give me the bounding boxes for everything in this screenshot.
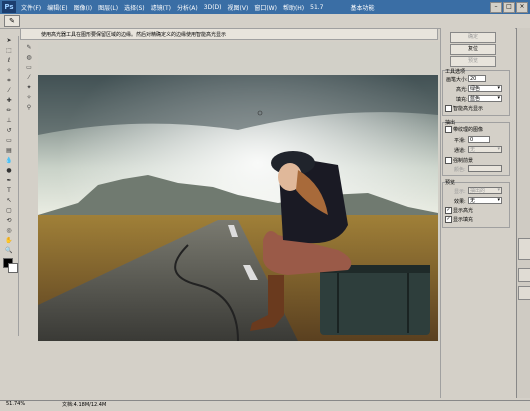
eraser-tool-icon[interactable]: ▭ <box>4 136 14 145</box>
status-document-size: 文档:4.18M/12.4M <box>62 402 107 408</box>
force-foreground-label: 强制前景 <box>453 158 474 164</box>
crop-tool-icon[interactable]: ⌗ <box>4 76 14 85</box>
3d-rotate-tool-icon[interactable]: ⟲ <box>4 216 14 225</box>
fill-label: 填充: <box>456 97 468 103</box>
show-fill-checkbox[interactable]: ✓ <box>445 216 452 223</box>
background-color-swatch[interactable] <box>8 263 18 273</box>
show-select[interactable]: 抽出的 <box>468 187 502 194</box>
channel-label: 通道: <box>454 148 466 154</box>
dock-panel-button[interactable] <box>518 268 530 282</box>
zoom-readout[interactable]: 51.7 <box>307 4 326 11</box>
cleanup-tool-icon[interactable]: ✦ <box>24 84 34 92</box>
healing-tool-icon[interactable]: ✚ <box>4 96 14 105</box>
photoshop-logo: Ps <box>2 1 16 13</box>
force-foreground-checkbox[interactable] <box>445 157 452 164</box>
options-bar: ✎ <box>0 14 530 29</box>
eyedropper-icon[interactable]: ⁄ <box>24 74 34 82</box>
stamp-tool-icon[interactable]: ⊥ <box>4 116 14 125</box>
brush-tool-icon[interactable]: ✏ <box>4 106 14 115</box>
maximize-icon[interactable]: □ <box>503 1 515 13</box>
type-tool-icon[interactable]: T <box>4 186 14 195</box>
fill-tool-icon[interactable]: ◍ <box>24 54 34 62</box>
edge-touchup-icon[interactable]: ✧ <box>24 94 34 102</box>
instruction-bar: 使用高光器工具在图形要保留区域的边缘。然后对精确定义的边缘使用智能高光显示 <box>20 28 438 40</box>
ok-button[interactable]: 确定 <box>450 32 496 43</box>
pen-tool-icon[interactable]: ✒ <box>4 176 14 185</box>
dodge-tool-icon[interactable]: ● <box>4 166 14 175</box>
menu-3d[interactable]: 3D(D) <box>201 4 225 11</box>
dock-panel-button[interactable] <box>518 238 530 260</box>
fill-select[interactable]: 蓝色 <box>468 95 502 102</box>
menu-view[interactable]: 视图(V) <box>225 3 252 12</box>
menu-help[interactable]: 帮助(H) <box>280 3 307 12</box>
brush-size-label: 画笔大小: <box>446 77 468 83</box>
menu-window[interactable]: 窗口(W) <box>251 3 280 12</box>
effect-label: 效果: <box>454 199 466 205</box>
quick-select-tool-icon[interactable]: ✧ <box>4 66 14 75</box>
tool-preset-icon[interactable]: ✎ <box>4 15 20 27</box>
highlight-label: 高光: <box>456 87 468 93</box>
minimize-icon[interactable]: – <box>490 1 502 13</box>
color-field[interactable] <box>468 165 502 172</box>
effect-select[interactable]: 无 <box>468 197 502 204</box>
eyedropper-tool-icon[interactable]: ⁄ <box>4 86 14 95</box>
photo-preview[interactable] <box>38 75 438 341</box>
smooth-input[interactable]: 0 <box>468 136 490 143</box>
status-zoom[interactable]: 51.74% <box>6 401 25 407</box>
3d-orbit-tool-icon[interactable]: ◎ <box>4 226 14 235</box>
history-brush-tool-icon[interactable]: ↺ <box>4 126 14 135</box>
edge-highlighter-icon[interactable]: ✎ <box>24 44 34 52</box>
preview-button[interactable]: 预览 <box>450 56 496 67</box>
menu-filter[interactable]: 滤镜(T) <box>148 3 174 12</box>
show-highlight-label: 显示高光 <box>453 208 474 214</box>
lasso-tool-icon[interactable]: ℓ <box>4 56 14 65</box>
menu-file[interactable]: 文件(F) <box>18 3 44 12</box>
channel-select[interactable]: 无 <box>468 146 502 153</box>
move-tool-icon[interactable]: ➤ <box>4 36 14 45</box>
color-label: 颜色: <box>454 167 466 173</box>
toolbox: ➤ ⬚ ℓ ✧ ⌗ ⁄ ✚ ✏ ⊥ ↺ ▭ ▤ 💧 ● ✒ T ↖ ▢ ⟲ ◎ … <box>0 36 19 336</box>
show-fill-label: 显示填充 <box>453 217 474 223</box>
smooth-label: 平滑: <box>454 138 466 144</box>
preview-title: 预览 <box>445 180 456 186</box>
menu-analysis[interactable]: 分析(A) <box>174 3 201 12</box>
zoom-icon[interactable]: ⚲ <box>24 104 34 112</box>
menu-layer[interactable]: 图层(L) <box>95 3 121 12</box>
menu-select[interactable]: 选择(S) <box>121 3 148 12</box>
show-highlight-checkbox[interactable]: ✓ <box>445 207 452 214</box>
zoom-tool-icon[interactable]: 🔍 <box>4 246 14 255</box>
extraction-title: 抽出 <box>445 120 456 126</box>
reset-button[interactable]: 复位 <box>450 44 496 55</box>
smart-highlight-label: 智能高光显示 <box>453 106 484 112</box>
eraser-icon[interactable]: ▭ <box>24 64 34 72</box>
show-label: 显示: <box>454 189 466 195</box>
hand-tool-icon[interactable]: ✋ <box>4 236 14 245</box>
close-icon[interactable]: × <box>516 1 528 13</box>
highlight-select[interactable]: 绿色 <box>468 85 502 92</box>
menu-edit[interactable]: 编辑(E) <box>44 3 70 12</box>
blur-tool-icon[interactable]: 💧 <box>4 156 14 165</box>
panel-dock-strip[interactable] <box>516 28 530 398</box>
textured-image-checkbox[interactable] <box>445 126 452 133</box>
brush-size-input[interactable]: 20 <box>468 75 486 82</box>
tool-options-title: 工具选项 <box>445 69 466 75</box>
gradient-tool-icon[interactable]: ▤ <box>4 146 14 155</box>
smart-highlight-checkbox[interactable] <box>445 105 452 112</box>
dock-panel-button[interactable] <box>518 286 530 300</box>
menu-bar: Ps 文件(F) 编辑(E) 图像(I) 图层(L) 选择(S) 滤镜(T) 分… <box>0 0 530 14</box>
textured-image-label: 带纹理的图像 <box>453 127 484 133</box>
workspace-switcher[interactable]: 基本功能 <box>347 3 379 12</box>
shape-tool-icon[interactable]: ▢ <box>4 206 14 215</box>
path-select-tool-icon[interactable]: ↖ <box>4 196 14 205</box>
marquee-tool-icon[interactable]: ⬚ <box>4 46 14 55</box>
menu-image[interactable]: 图像(I) <box>71 3 95 12</box>
